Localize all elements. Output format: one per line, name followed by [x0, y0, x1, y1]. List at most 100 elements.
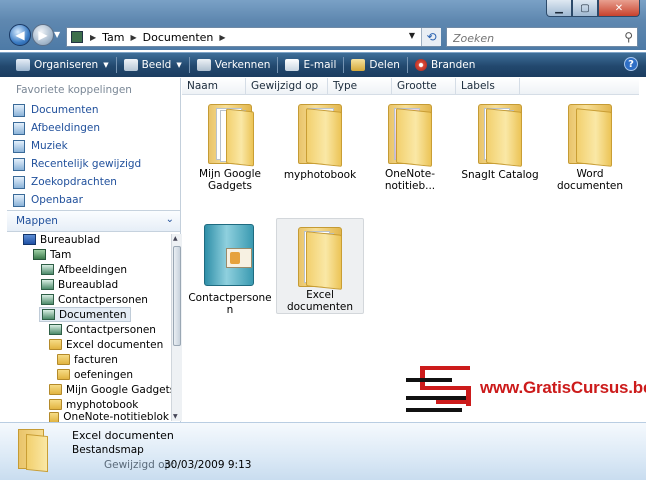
gratiscursus-logo-icon: [406, 366, 471, 412]
tree-item-documenten[interactable]: Documenten: [39, 307, 131, 322]
title-bar: ▁ ▢ ✕ ◀ ▶ ▼ ▶ Tam ▶ Documenten ▶ ▼ ⟲ ⚲: [0, 0, 646, 50]
tree-label: facturen: [74, 353, 118, 366]
explore-label: Verkennen: [214, 59, 271, 71]
desktop-icon: [23, 234, 36, 245]
organize-button[interactable]: Organiseren ▼: [10, 54, 115, 76]
help-icon[interactable]: ?: [624, 57, 638, 71]
minimize-button[interactable]: ▁: [546, 0, 572, 17]
tree-label: Bureaublad: [40, 233, 101, 246]
search-input[interactable]: [451, 29, 615, 47]
back-arrow-icon: ◀: [15, 28, 25, 42]
address-bar[interactable]: ▶ Tam ▶ Documenten ▶ ▼: [66, 27, 440, 47]
tree-label: Mijn Google Gadgets: [66, 383, 176, 396]
back-button[interactable]: ◀: [9, 24, 31, 46]
item-label: SnagIt Catalog: [461, 169, 539, 181]
view-icon: [123, 59, 138, 71]
folders-header[interactable]: Mappen ⌄: [7, 210, 180, 232]
favorite-label: Recentelijk gewijzigd: [31, 158, 142, 170]
explorer-window: ▁ ▢ ✕ ◀ ▶ ▼ ▶ Tam ▶ Documenten ▶ ▼ ⟲ ⚲: [0, 0, 646, 480]
tree-label: OneNote-notitieblok: [63, 412, 169, 422]
view-label: Beeld: [141, 59, 172, 71]
close-button[interactable]: ✕: [598, 0, 640, 17]
tree-item-contactpersonen-doc[interactable]: Contactpersonen: [49, 322, 156, 337]
folder-item-excel-documenten[interactable]: Excel documenten: [276, 218, 364, 314]
favorite-item-zoekopdrachten[interactable]: Zoekopdrachten: [13, 174, 117, 190]
item-label: Mijn Google Gadgets: [199, 168, 261, 192]
tree-item-myphotobook[interactable]: myphotobook: [49, 397, 138, 412]
folder-item-word-documenten[interactable]: Word documenten: [548, 96, 632, 192]
folder-icon: [16, 427, 50, 473]
scroll-up-icon[interactable]: ▲: [173, 235, 178, 242]
breadcrumb-documenten[interactable]: Documenten: [140, 31, 217, 44]
favorites-title: Favoriete koppelingen: [16, 84, 132, 96]
public-icon: [13, 193, 25, 207]
view-button[interactable]: Beeld ▼: [118, 54, 188, 76]
tree-item-tam[interactable]: Tam: [33, 247, 71, 262]
contacts-folder-icon: [41, 294, 54, 305]
tree-item-excel-documenten[interactable]: Excel documenten: [49, 337, 163, 352]
folder-item-myphotobook[interactable]: myphotobook: [278, 96, 362, 192]
tree-label: myphotobook: [66, 398, 139, 411]
favorite-label: Zoekopdrachten: [31, 176, 117, 188]
organize-label: Organiseren: [34, 59, 99, 71]
search-box[interactable]: ⚲: [446, 27, 638, 47]
folder-item-contactpersonen[interactable]: Contactpersonen: [188, 220, 272, 316]
share-button[interactable]: Delen: [345, 54, 406, 76]
favorite-item-recent[interactable]: Recentelijk gewijzigd: [13, 156, 141, 172]
share-icon: [351, 59, 366, 71]
folder-icon: [49, 399, 62, 410]
email-label: E-mail: [303, 59, 337, 71]
tree-item-facturen[interactable]: facturen: [57, 352, 118, 367]
column-header-gewijzigd[interactable]: Gewijzigd op: [246, 78, 328, 94]
tree-item-oefeningen[interactable]: oefeningen: [57, 367, 133, 382]
tree-item-afbeeldingen[interactable]: Afbeeldingen: [41, 262, 127, 277]
breadcrumb-separator-icon[interactable]: ▶: [87, 33, 99, 42]
item-label: myphotobook: [283, 169, 357, 181]
favorite-label: Documenten: [31, 104, 99, 116]
breadcrumb-tam[interactable]: Tam: [99, 31, 127, 44]
tree-label: Afbeeldingen: [58, 263, 128, 276]
folder-item-snagit-catalog[interactable]: SnagIt Catalog: [458, 96, 542, 192]
tree-label: Contactpersonen: [66, 323, 156, 336]
column-header-grootte[interactable]: Grootte: [392, 78, 456, 94]
maximize-button[interactable]: ▢: [572, 0, 598, 17]
explore-button[interactable]: Verkennen: [191, 54, 277, 76]
refresh-button[interactable]: ⟲: [421, 28, 441, 46]
burn-button[interactable]: Branden: [409, 54, 481, 76]
tree-item-google-gadgets[interactable]: Mijn Google Gadgets: [49, 382, 175, 397]
breadcrumb-separator-icon[interactable]: ▶: [128, 33, 140, 42]
favorite-item-muziek[interactable]: Muziek: [13, 138, 68, 154]
address-dropdown-icon[interactable]: ▼: [409, 31, 415, 40]
details-modified-value: 30/03/2009 9:13: [164, 459, 252, 471]
breadcrumb-separator-icon[interactable]: ▶: [216, 33, 228, 42]
folder-item-google-gadgets[interactable]: Mijn Google Gadgets: [188, 96, 272, 192]
column-header-labels[interactable]: Labels: [456, 78, 520, 94]
tree-label: Documenten: [59, 308, 127, 321]
tree-item-onenote[interactable]: OneNote-notitieblok: [49, 412, 169, 422]
forward-button[interactable]: ▶: [32, 24, 54, 46]
scroll-down-icon[interactable]: ▼: [173, 413, 178, 420]
organize-icon: [16, 59, 30, 71]
favorite-item-openbaar[interactable]: Openbaar: [13, 192, 83, 208]
search-icon[interactable]: ⚲: [624, 30, 633, 44]
item-label: Word documenten: [556, 168, 624, 192]
favorite-item-documenten[interactable]: Documenten: [13, 102, 99, 118]
folders-scrollbar[interactable]: ▲ ▼: [171, 234, 182, 421]
folder-item-onenote[interactable]: OneNote-notitieb...: [368, 96, 452, 192]
documents-folder-icon: [42, 309, 55, 320]
tree-item-bureaublad-sub[interactable]: Bureaublad: [41, 277, 118, 292]
tree-item-contactpersonen[interactable]: Contactpersonen: [41, 292, 148, 307]
column-header-type[interactable]: Type: [328, 78, 392, 94]
column-header-naam[interactable]: Naam: [182, 78, 246, 94]
favorite-item-afbeeldingen[interactable]: Afbeeldingen: [13, 120, 100, 136]
share-label: Delen: [369, 59, 400, 71]
explore-icon: [196, 59, 211, 71]
folder-icon: [292, 100, 348, 167]
email-button[interactable]: E-mail: [279, 54, 342, 76]
column-headers: Naam Gewijzigd op Type Grootte Labels: [182, 78, 639, 95]
scrollbar-thumb[interactable]: [173, 246, 181, 346]
searches-icon: [13, 175, 25, 189]
recent-pages-dropdown[interactable]: ▼: [54, 30, 64, 40]
tree-item-bureaublad[interactable]: Bureaublad: [23, 232, 100, 247]
folder-icon: [57, 369, 70, 380]
